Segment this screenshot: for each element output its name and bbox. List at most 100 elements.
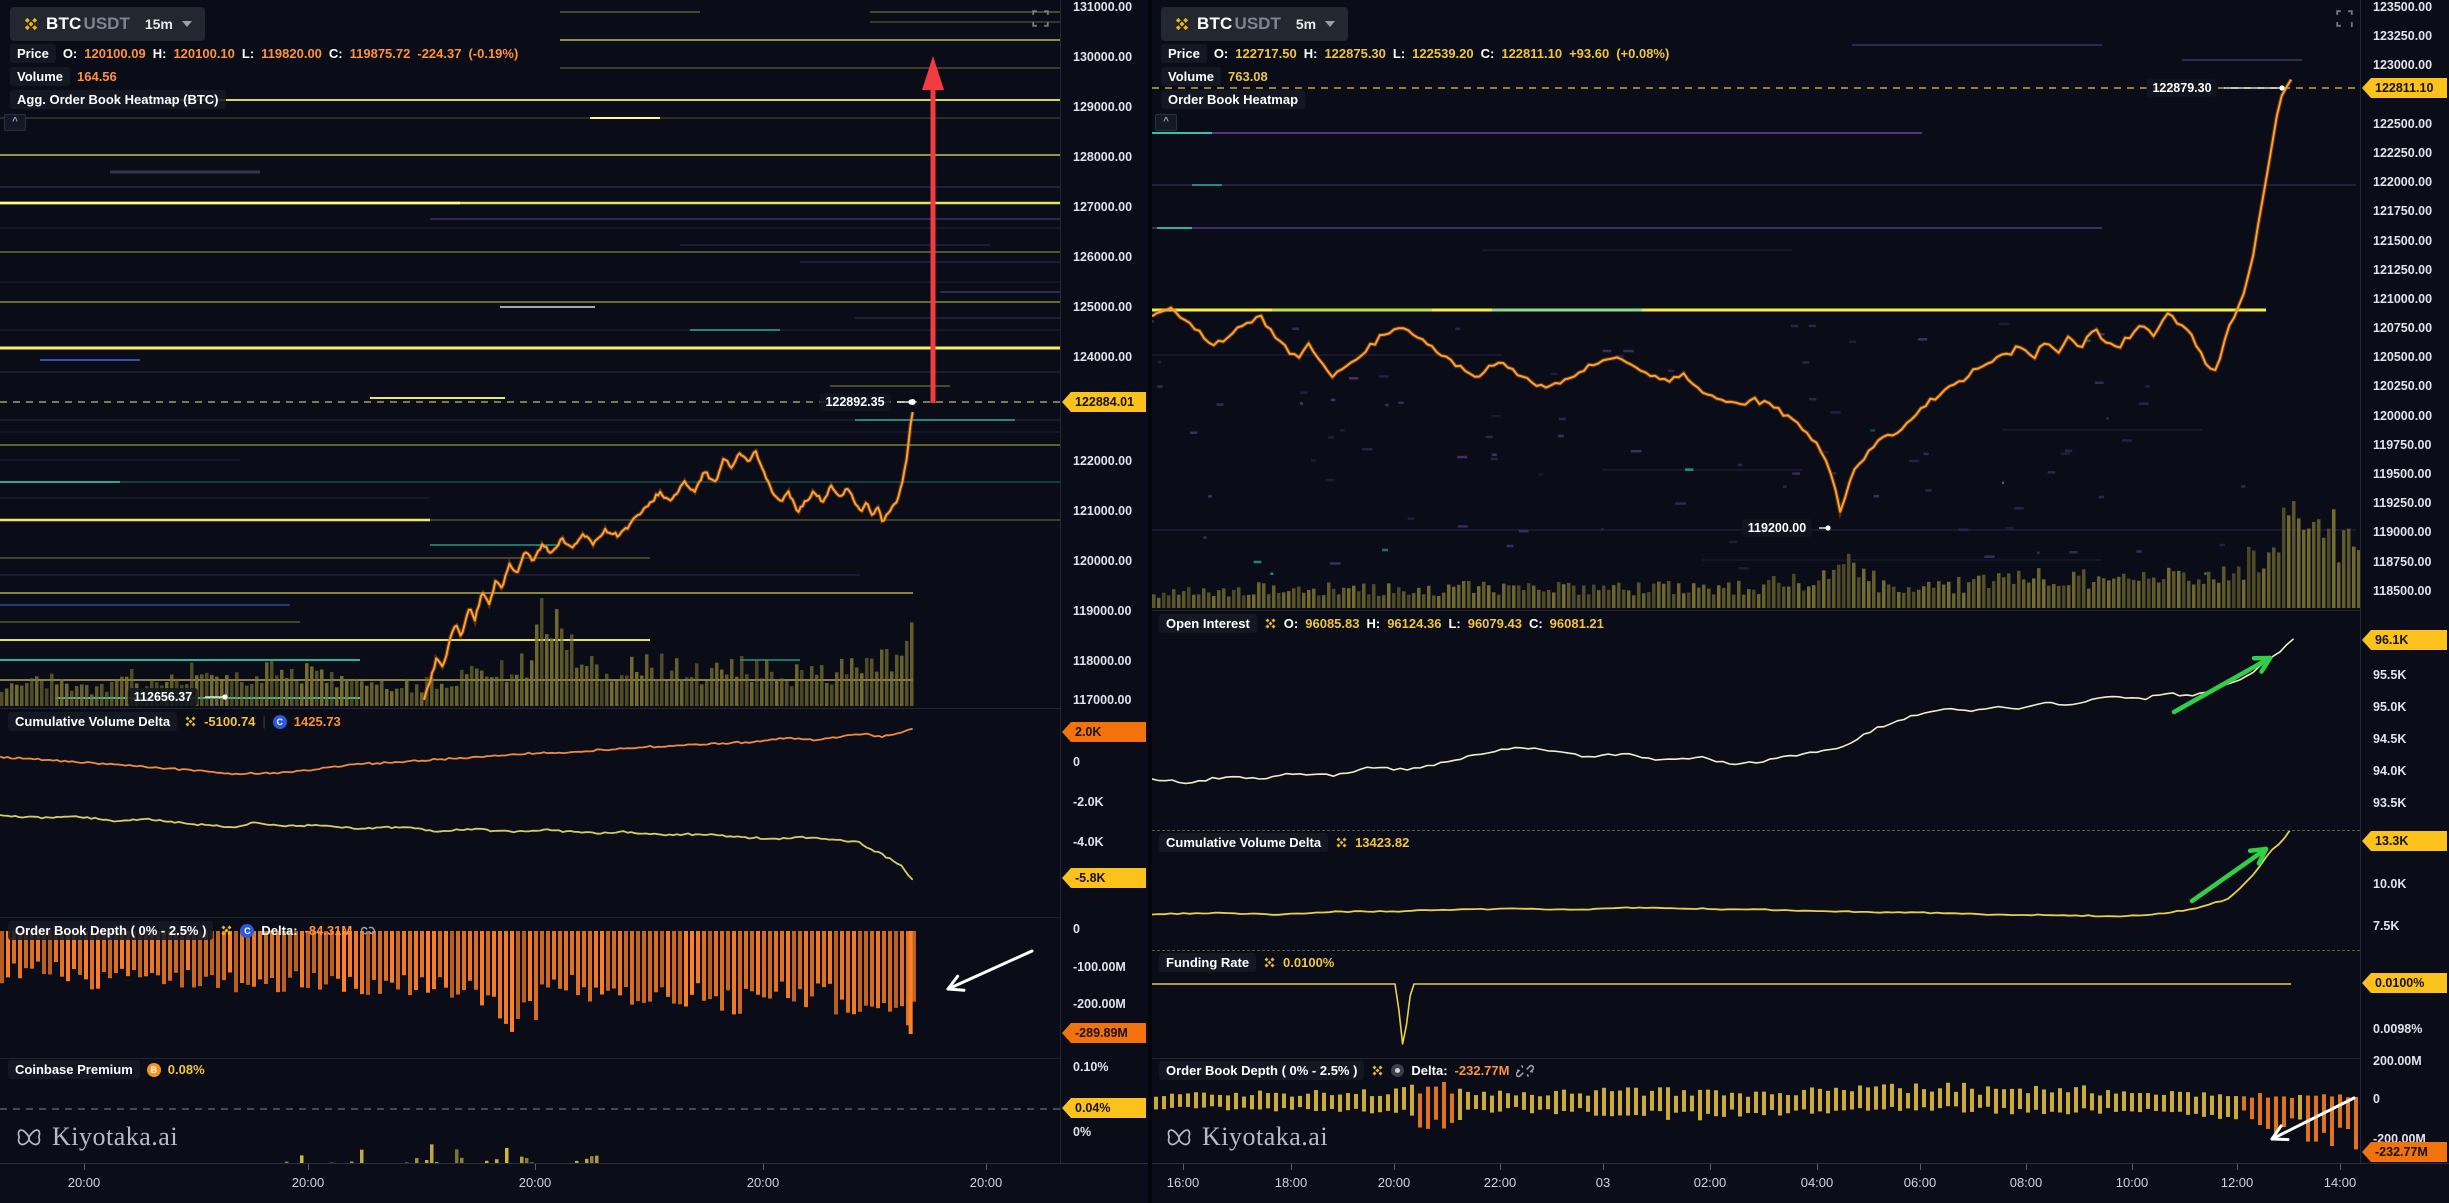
symbol-base: BTC xyxy=(46,14,82,34)
last-price-marker: 122879.30 xyxy=(2146,79,2217,97)
left-price-scale[interactable] xyxy=(1060,0,1149,1163)
price-tag: -289.89M xyxy=(1062,1023,1146,1043)
axis-label: 119250.00 xyxy=(2362,496,2449,510)
price-row-label: Price xyxy=(10,44,56,63)
time-tick xyxy=(1710,1164,1711,1170)
price-tag: -5.8K xyxy=(1062,868,1146,888)
time-tick xyxy=(1500,1164,1501,1170)
axis-label: -2.0K xyxy=(1062,795,1148,809)
rp-oi-chart xyxy=(1152,611,2360,830)
time-tick xyxy=(986,1164,987,1170)
ohlc-c-label: C: xyxy=(1481,46,1495,61)
axis-label: 119750.00 xyxy=(2362,438,2449,452)
ohlc-h-value: 120100.10 xyxy=(173,46,234,61)
time-tick xyxy=(763,1164,764,1170)
lp-cvd-chart xyxy=(0,709,1060,917)
axis-label: 122000.00 xyxy=(2362,175,2449,189)
axis-label: 118750.00 xyxy=(2362,555,2449,569)
axis-label: 0.0098% xyxy=(2362,1022,2449,1036)
time-label: 14:00 xyxy=(2324,1175,2357,1190)
trading-dashboard: BTCUSDT 15m Price O:120100.09 H:120100.1… xyxy=(0,0,2449,1203)
butterfly-logo-icon xyxy=(1164,1123,1194,1151)
binance-icon xyxy=(1174,16,1190,32)
right-open-interest-pane[interactable] xyxy=(1152,610,2360,830)
time-tick xyxy=(1817,1164,1818,1170)
volume-row-label: Volume xyxy=(10,67,70,86)
price-change: +93.60 xyxy=(1569,46,1609,61)
time-label: 16:00 xyxy=(1167,1175,1200,1190)
open-interest-label: Open Interest xyxy=(1159,614,1257,633)
left-symbol-selector[interactable]: BTCUSDT 15m xyxy=(10,7,205,41)
time-label: 20:00 xyxy=(292,1175,325,1190)
binance-icon xyxy=(1371,1064,1384,1077)
time-label: 08:00 xyxy=(2010,1175,2043,1190)
oi-h-label: H: xyxy=(1366,616,1380,631)
axis-label: 121000.00 xyxy=(1062,504,1148,518)
delta-value: -232.77M xyxy=(1455,1063,1510,1078)
oi-o-value: 96085.83 xyxy=(1305,616,1359,631)
axis-label: 120000.00 xyxy=(2362,409,2449,423)
heatmap-label: Order Book Heatmap xyxy=(1161,90,1305,109)
axis-label: 127000.00 xyxy=(1062,200,1148,214)
axis-label: 122250.00 xyxy=(2362,146,2449,160)
link-icon[interactable] xyxy=(359,924,377,937)
ohlc-h-value: 122875.30 xyxy=(1324,46,1385,61)
time-tick xyxy=(84,1164,85,1170)
axis-label: 122500.00 xyxy=(2362,117,2449,131)
oi-c-label: C: xyxy=(1529,616,1543,631)
price-tag: 122811.10 xyxy=(2362,78,2447,98)
axis-label: 119000.00 xyxy=(1062,604,1148,618)
axis-label: 129000.00 xyxy=(1062,100,1148,114)
expand-icon[interactable] xyxy=(2336,10,2353,32)
axis-label: -4.0K xyxy=(1062,835,1148,849)
expand-icon[interactable] xyxy=(1032,10,1049,32)
butterfly-logo-icon xyxy=(14,1123,44,1151)
price-tag: 0.0100% xyxy=(2362,973,2447,993)
low-price-marker: 112656.37 xyxy=(128,688,198,706)
time-label: 02:00 xyxy=(1694,1175,1727,1190)
axis-label: 126000.00 xyxy=(1062,250,1148,264)
timeframe-selector[interactable]: 15m xyxy=(145,16,173,32)
kiyotaka-watermark: Kiyotaka.ai xyxy=(14,1122,178,1152)
binance-icon xyxy=(1264,617,1277,630)
ohlc-o-value: 122717.50 xyxy=(1235,46,1296,61)
time-tick xyxy=(308,1164,309,1170)
cvd-coinbase-value: 1425.73 xyxy=(294,714,341,729)
price-change-pct: (+0.08%) xyxy=(1616,46,1669,61)
time-label: 20:00 xyxy=(747,1175,780,1190)
time-axis[interactable] xyxy=(0,1163,2449,1203)
axis-label: 93.5K xyxy=(2362,796,2449,810)
ohlc-o-value: 120100.09 xyxy=(84,46,145,61)
binance-icon xyxy=(23,16,39,32)
axis-label: 124000.00 xyxy=(1062,350,1148,364)
symbol-quote: USDT xyxy=(84,14,130,34)
collapse-heatmap-button[interactable]: ^ xyxy=(4,114,26,131)
price-tag: 13.3K xyxy=(2362,831,2447,851)
ohlc-h-label: H: xyxy=(153,46,167,61)
oi-o-label: O: xyxy=(1284,616,1298,631)
chevron-down-icon xyxy=(1325,21,1335,27)
collapse-heatmap-button[interactable]: ^ xyxy=(1155,114,1177,131)
axis-label: 94.5K xyxy=(2362,732,2449,746)
cvd-value: 13423.82 xyxy=(1355,835,1409,850)
last-price-marker: 122892.35 xyxy=(819,393,890,411)
symbol-base: BTC xyxy=(1197,14,1233,34)
right-symbol-selector[interactable]: BTCUSDT 5m xyxy=(1161,7,1348,41)
bitcoin-icon: Ƀ xyxy=(147,1063,161,1077)
ohlc-c-value: 122811.10 xyxy=(1501,46,1562,61)
broken-link-icon[interactable] xyxy=(1516,1064,1534,1078)
ohlc-o-label: O: xyxy=(1214,46,1228,61)
axis-label: 0% xyxy=(1062,1125,1148,1139)
obd-label: Order Book Depth ( 0% - 2.5% ) xyxy=(8,921,213,940)
left-cvd-pane[interactable] xyxy=(0,708,1060,917)
axis-label: 94.0K xyxy=(2362,764,2449,778)
time-label: 04:00 xyxy=(1801,1175,1834,1190)
time-label: 20:00 xyxy=(970,1175,1003,1190)
binance-icon xyxy=(1263,956,1276,969)
time-tick xyxy=(2237,1164,2238,1170)
axis-label: 0 xyxy=(1062,922,1148,936)
timeframe-selector[interactable]: 5m xyxy=(1296,16,1316,32)
price-tag: 96.1K xyxy=(2362,630,2447,650)
ohlc-l-value: 119820.00 xyxy=(261,46,322,61)
axis-label: 0.10% xyxy=(1062,1060,1148,1074)
